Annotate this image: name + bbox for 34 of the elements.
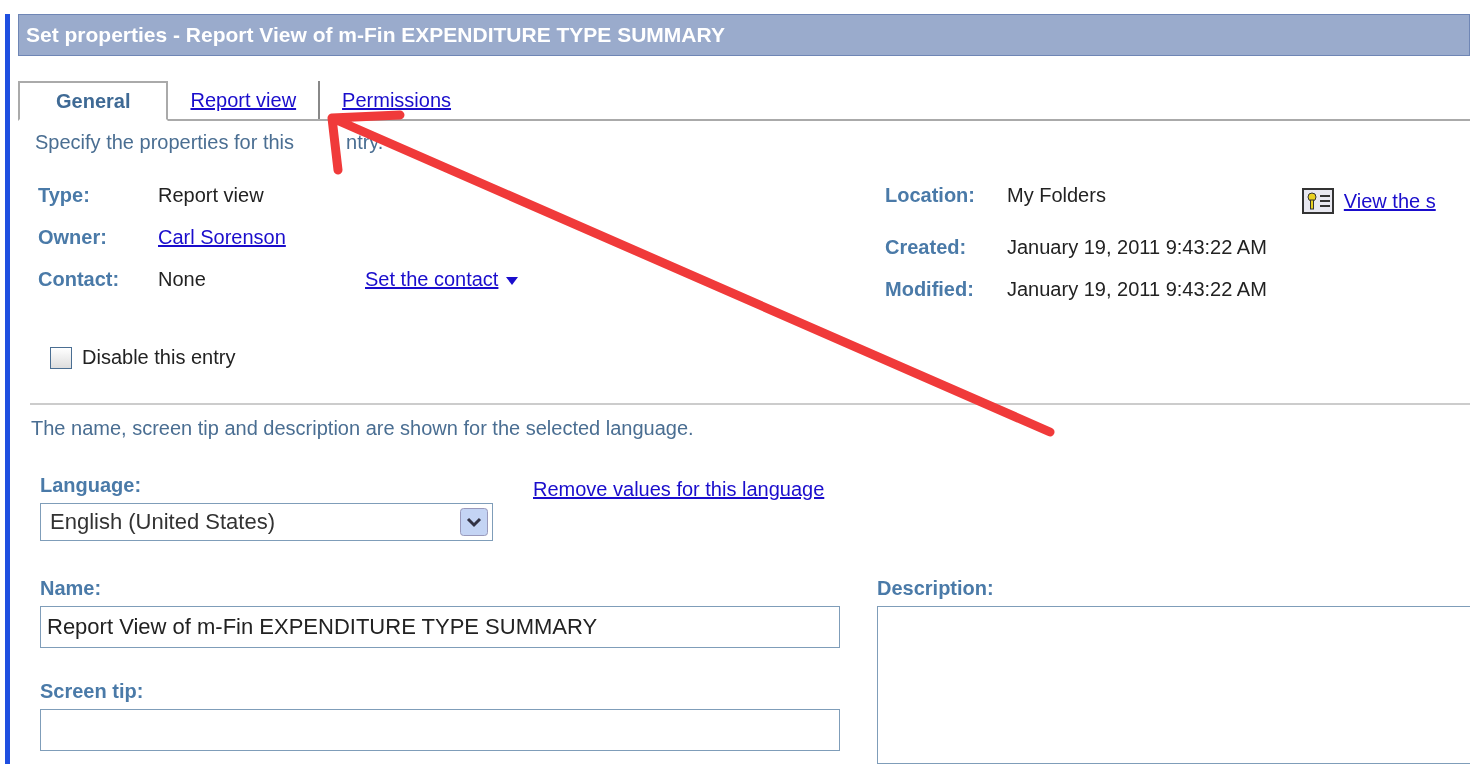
property-label: Location:	[885, 184, 976, 208]
key-card-icon	[1301, 188, 1334, 214]
property-label: Owner:	[38, 226, 108, 250]
description-field[interactable]	[877, 606, 1470, 764]
tab[interactable]: Permissions	[318, 81, 473, 119]
owner-link[interactable]: Carl Sorenson	[158, 226, 365, 268]
field-label: Screen tip:	[40, 680, 145, 703]
name-field[interactable]: Report View of m-Fin EXPENDITURE TYPE SUMMARY	[40, 606, 840, 648]
tab[interactable]: General	[18, 81, 169, 121]
view-link[interactable]: View the s	[1343, 189, 1436, 213]
property-value: Report view	[158, 184, 265, 208]
property-value: January 19, 2011 9:43:22 AM	[1007, 278, 1267, 302]
language-select[interactable]: English (United States)	[40, 503, 493, 541]
property-label: Created:	[885, 236, 968, 260]
property-label: Modified:	[885, 278, 975, 302]
tab[interactable]: Report view	[168, 81, 319, 119]
caret-icon	[506, 277, 519, 285]
property-value: January 19, 2011 9:43:22 AM	[1007, 236, 1267, 260]
property-label: Contact:	[38, 268, 121, 292]
checkbox-label: Disable this entry	[82, 346, 236, 369]
field-label: Language:	[40, 474, 143, 497]
property-value: My Folders	[1007, 184, 1107, 208]
dropdown-chevron-icon[interactable]	[460, 508, 488, 536]
field-label: Name:	[40, 577, 103, 600]
property-label: Type:	[38, 184, 91, 208]
instruction-text: Specify the properties for this	[35, 131, 294, 153]
window-title: Set properties - Report View of m-Fin EXPENDITURE TYPE SUMMARY	[18, 14, 1470, 56]
remove-values-link[interactable]: Remove values for this language	[533, 478, 825, 541]
checkbox[interactable]	[50, 346, 72, 369]
field-label: Description:	[877, 577, 995, 600]
set-contact-link[interactable]: Set the contact	[365, 268, 499, 291]
property-value: None	[158, 268, 207, 292]
screen-tip-field[interactable]	[40, 709, 840, 751]
language-note: The name, screen tip and description are shown for the selected language.	[31, 417, 695, 440]
